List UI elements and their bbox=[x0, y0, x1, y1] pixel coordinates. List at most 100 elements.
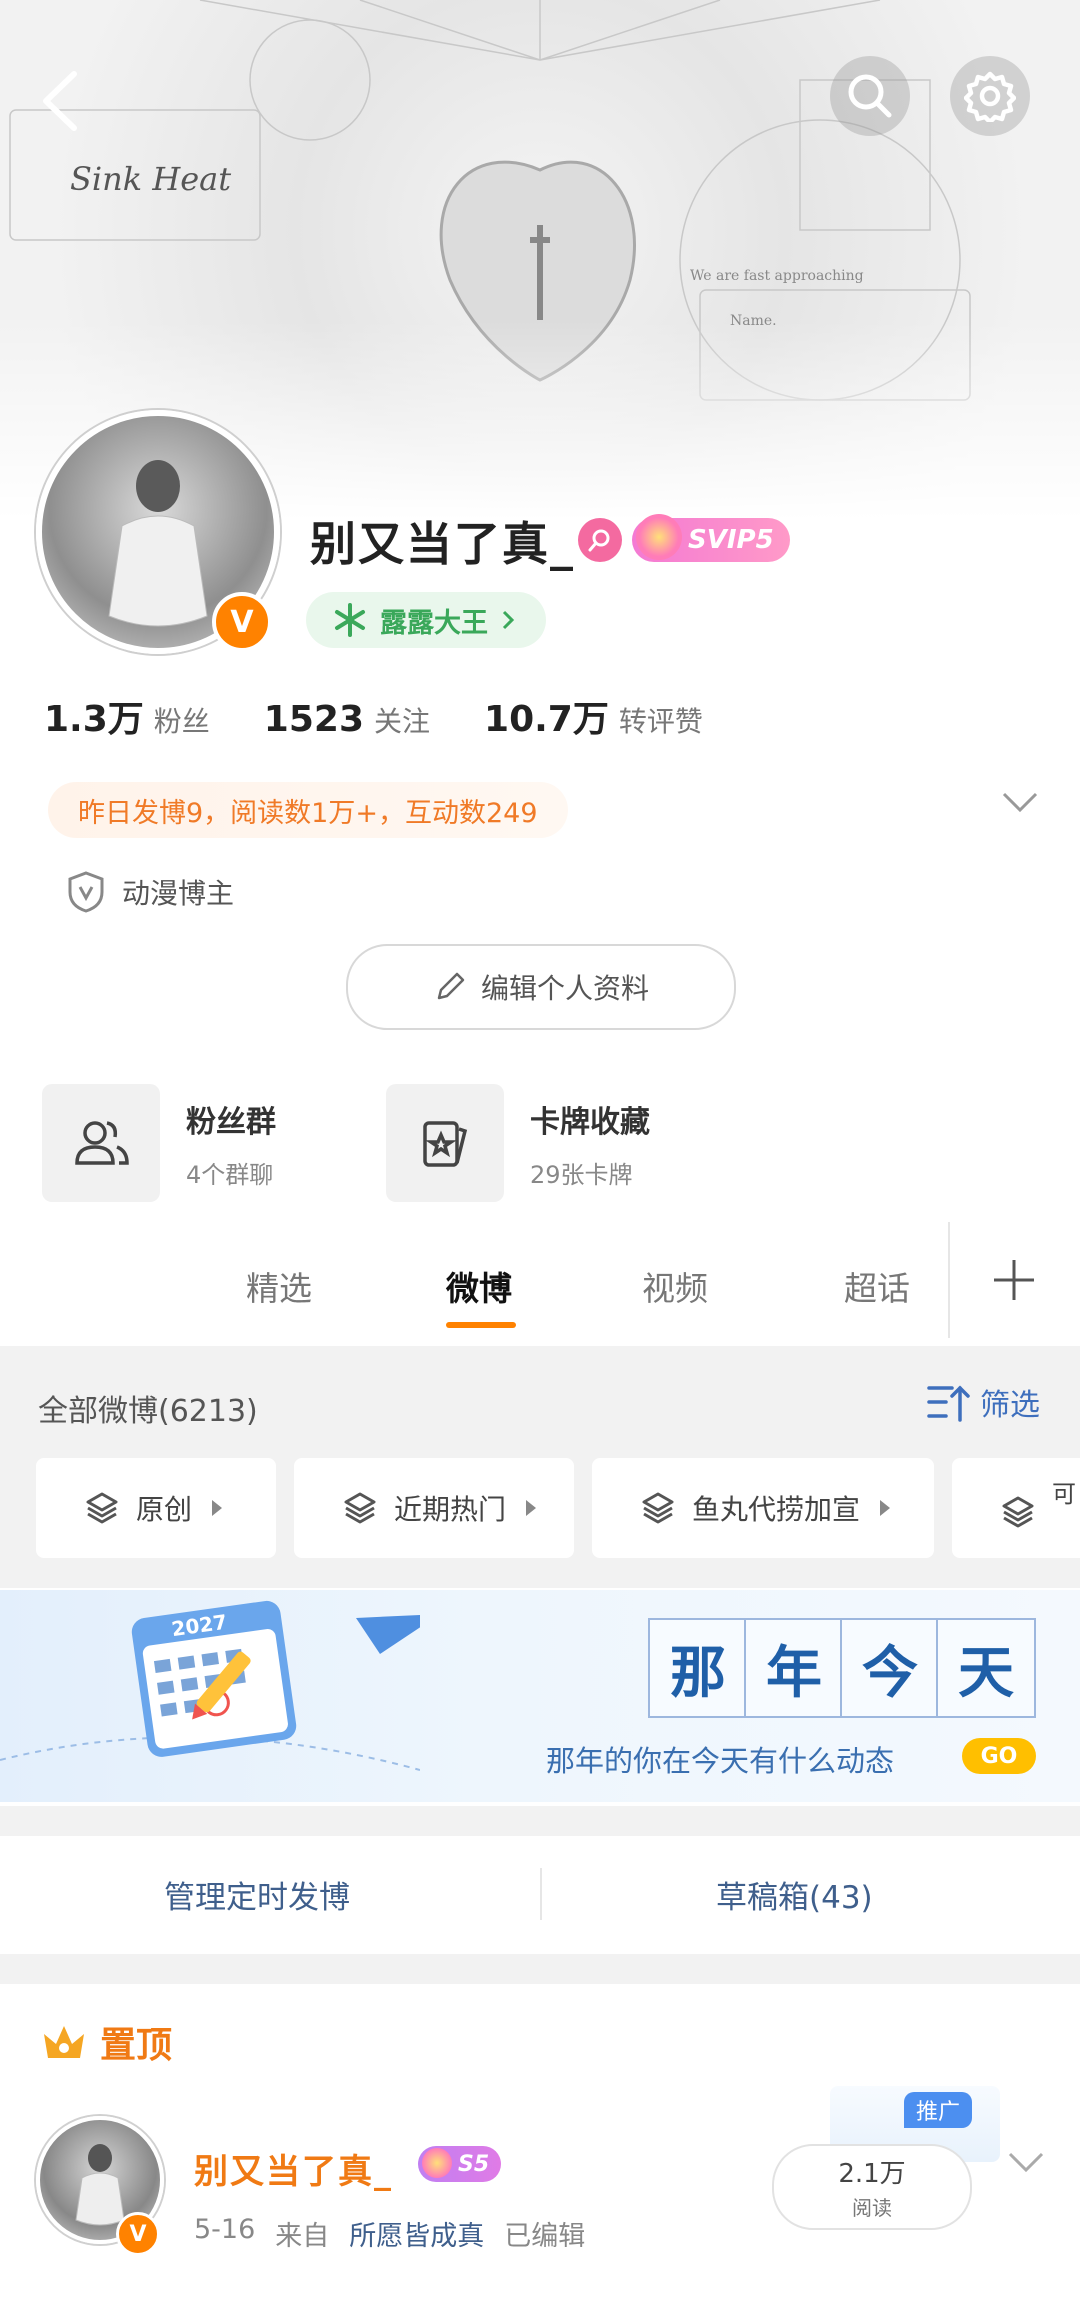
post-date: 5-16 bbox=[194, 2214, 256, 2245]
fan-group-card[interactable]: 粉丝群 4个群聊 bbox=[42, 1084, 276, 1202]
group-icon bbox=[75, 1121, 129, 1165]
stat-label: 关注 bbox=[374, 705, 431, 738]
search-chip[interactable] bbox=[578, 518, 622, 562]
card-icon-box bbox=[42, 1084, 160, 1202]
post-menu-button[interactable] bbox=[1006, 2150, 1046, 2178]
calendar-illustration: 2027 bbox=[0, 1600, 420, 1771]
promote-badge[interactable]: 推广 bbox=[904, 2092, 973, 2128]
profile-username: 别又当了真_ bbox=[310, 517, 575, 571]
post-meta: 5-16 来自 所愿皆成真 已编辑 bbox=[194, 2214, 585, 2253]
card-icon-box bbox=[386, 1084, 504, 1202]
triangle-right-icon bbox=[212, 1500, 223, 1516]
shield-icon bbox=[68, 871, 104, 913]
snowflake-icon bbox=[335, 603, 365, 637]
edit-profile-label: 编辑个人资料 bbox=[480, 972, 649, 1005]
scheduled-posts-button[interactable]: 管理定时发博 bbox=[164, 1872, 350, 1917]
add-tab-button[interactable] bbox=[990, 1256, 1038, 1308]
post-edited: 已编辑 bbox=[504, 2221, 586, 2252]
search-icon bbox=[848, 74, 892, 118]
magnifier-icon bbox=[588, 529, 610, 552]
back-button[interactable] bbox=[36, 66, 84, 140]
otd-char: 今 bbox=[840, 1618, 940, 1718]
activity-summary[interactable]: 昨日发博9，阅读数1万+，互动数249 bbox=[48, 782, 568, 838]
search-button[interactable] bbox=[830, 56, 910, 136]
level-label: S5 bbox=[458, 2151, 490, 2177]
stat-likes[interactable]: 10.7万 转评赞 bbox=[484, 690, 703, 742]
all-weibo-count: 全部微博(6213) bbox=[38, 1394, 258, 1429]
card-title: 粉丝群 bbox=[186, 1104, 276, 1140]
read-count: 2.1万 bbox=[838, 2159, 906, 2189]
tab-supertopic[interactable]: 超话 bbox=[844, 1262, 910, 1310]
stat-label: 转评赞 bbox=[618, 705, 703, 738]
post-from: 来自 bbox=[275, 2221, 330, 2252]
stat-following[interactable]: 1523 关注 bbox=[264, 699, 430, 740]
chevron-down-icon bbox=[1008, 2152, 1044, 2173]
post-source[interactable]: 所愿皆成真 bbox=[349, 2214, 484, 2253]
chip-fishball[interactable]: 鱼丸代捞加宣 bbox=[592, 1458, 934, 1558]
section-gap bbox=[0, 1954, 1080, 1984]
chip-more[interactable]: 可 bbox=[952, 1458, 1080, 1558]
creator-tag[interactable]: 动漫博主 bbox=[66, 870, 234, 914]
pinned-header: 置顶 bbox=[40, 2016, 172, 2068]
drafts-button[interactable]: 草稿箱(43) bbox=[716, 1872, 873, 1917]
chevron-down-icon bbox=[1002, 792, 1038, 813]
expand-button[interactable] bbox=[1000, 790, 1040, 818]
settings-button[interactable] bbox=[950, 56, 1030, 136]
otd-char: 那 bbox=[648, 1618, 748, 1718]
pinned-label: 置顶 bbox=[100, 2025, 173, 2066]
manage-row: 管理定时发博 草稿箱(43) bbox=[0, 1836, 1080, 1952]
read-label: 阅读 bbox=[852, 2196, 892, 2220]
fan-badge-chip[interactable]: 露露大王 bbox=[306, 592, 546, 648]
stat-value: 1523 bbox=[263, 699, 364, 740]
level-badge: S5 bbox=[418, 2146, 502, 2182]
chip-original[interactable]: 原创 bbox=[36, 1458, 276, 1558]
section-gap bbox=[0, 1806, 1080, 1836]
on-this-day-banner[interactable]: 2027 那 年 今 天 那年的你在今天有什么动态 GO bbox=[0, 1590, 1080, 1802]
tab-video[interactable]: 视频 bbox=[642, 1262, 708, 1310]
post-verified-badge: V bbox=[116, 2212, 160, 2256]
svg-text:We are fast approaching: We are fast approaching bbox=[690, 268, 864, 284]
card-title: 卡牌收藏 bbox=[530, 1104, 650, 1140]
card-subtitle: 29张卡牌 bbox=[530, 1160, 633, 1189]
chevron-left-icon bbox=[43, 71, 77, 131]
card-subtitle: 4个群聊 bbox=[186, 1160, 274, 1189]
chip-label: 可 bbox=[1052, 1480, 1076, 1508]
layers-icon bbox=[642, 1492, 674, 1524]
otd-subtitle: 那年的你在今天有什么动态 bbox=[546, 1744, 895, 1778]
otd-char: 天 bbox=[936, 1618, 1036, 1718]
profile-tabs: 精选 微博 视频 超话 bbox=[0, 1222, 1080, 1342]
stat-followers[interactable]: 1.3万 粉丝 bbox=[44, 690, 210, 742]
card-collection-card[interactable]: 卡牌收藏 29张卡牌 bbox=[386, 1084, 650, 1202]
tab-weibo[interactable]: 微博 bbox=[446, 1262, 512, 1310]
snail-icon bbox=[422, 2148, 452, 2178]
filter-button[interactable]: 筛选 bbox=[926, 1380, 1040, 1424]
plus-icon bbox=[994, 1260, 1034, 1300]
tab-featured[interactable]: 精选 bbox=[246, 1262, 312, 1310]
layers-icon bbox=[344, 1492, 376, 1524]
snail-icon bbox=[636, 514, 682, 560]
svip-label: SVIP5 bbox=[688, 525, 774, 555]
filter-label: 筛选 bbox=[980, 1388, 1040, 1423]
verified-badge: V bbox=[212, 592, 272, 652]
fan-badge-label: 露露大王 bbox=[380, 607, 488, 639]
pencil-icon bbox=[437, 972, 465, 1000]
profile-stats: 1.3万 粉丝 1523 关注 10.7万 转评赞 bbox=[44, 690, 703, 742]
svip-badge[interactable]: SVIP5 bbox=[632, 514, 790, 562]
card-star-icon bbox=[423, 1121, 468, 1167]
post-username[interactable]: 别又当了真_ bbox=[194, 2144, 393, 2193]
svg-text:Sink Heat: Sink Heat bbox=[70, 160, 231, 198]
filter-icon bbox=[927, 1385, 970, 1422]
stat-value: 10.7万 bbox=[484, 699, 609, 740]
stat-label: 粉丝 bbox=[153, 705, 210, 738]
chevron-right-icon bbox=[502, 610, 515, 630]
edit-profile-button[interactable]: 编辑个人资料 bbox=[346, 944, 736, 1030]
chip-label: 原创 bbox=[136, 1493, 193, 1526]
read-count-button[interactable]: 2.1万 阅读 bbox=[772, 2144, 972, 2230]
chip-label: 近期热门 bbox=[394, 1493, 507, 1526]
gear-icon bbox=[964, 71, 1016, 122]
otd-go-button[interactable]: GO bbox=[962, 1738, 1036, 1774]
crown-icon bbox=[44, 2026, 84, 2058]
otd-char: 年 bbox=[744, 1618, 844, 1718]
chip-recent-hot[interactable]: 近期热门 bbox=[294, 1458, 574, 1558]
creator-tag-label: 动漫博主 bbox=[122, 877, 235, 910]
